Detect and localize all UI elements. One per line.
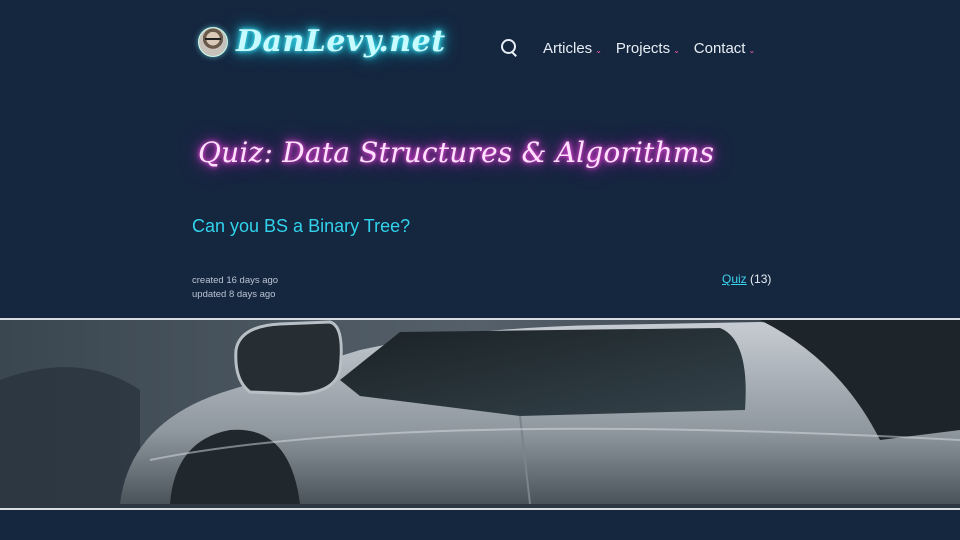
nav-item-articles[interactable]: Articles ⌄ [543, 40, 602, 57]
chevron-down-icon: ⌄ [748, 45, 756, 55]
site-logo-text: DanLevy.net [236, 24, 446, 59]
nav-item-label: Projects [615, 39, 671, 57]
page-title: Quiz: Data Structures & Algorithms [198, 136, 715, 169]
hero-image [0, 318, 960, 510]
article-subtitle-link[interactable]: Can you BS a Binary Tree? [192, 216, 410, 237]
tag-count: (13) [750, 272, 772, 286]
tag-link-quiz[interactable]: Quiz [722, 272, 747, 286]
article-dates: created 16 days ago updated 8 days ago [192, 274, 278, 302]
created-date: created 16 days ago [192, 275, 279, 286]
updated-date: updated 8 days ago [192, 289, 276, 300]
avatar [198, 26, 228, 57]
nav-item-projects[interactable]: Projects ⌄ [616, 40, 680, 57]
nav-item-label: Contact [693, 39, 746, 57]
nav-item-label: Articles [543, 39, 593, 57]
nav-item-contact[interactable]: Contact ⌄ [694, 40, 755, 57]
site-header: DanLevy.net Articles ⌄ Projects ⌄ Contac… [0, 0, 960, 95]
site-logo-link[interactable]: DanLevy.net [198, 24, 446, 59]
chevron-down-icon: ⌄ [595, 45, 602, 55]
hero-car-illustration [0, 320, 960, 504]
tag-list: Quiz (13) [722, 272, 771, 286]
search-icon[interactable] [500, 38, 520, 58]
chevron-down-icon: ⌄ [673, 45, 680, 55]
main-nav: Articles ⌄ Projects ⌄ Contact ⌄ [500, 38, 769, 58]
